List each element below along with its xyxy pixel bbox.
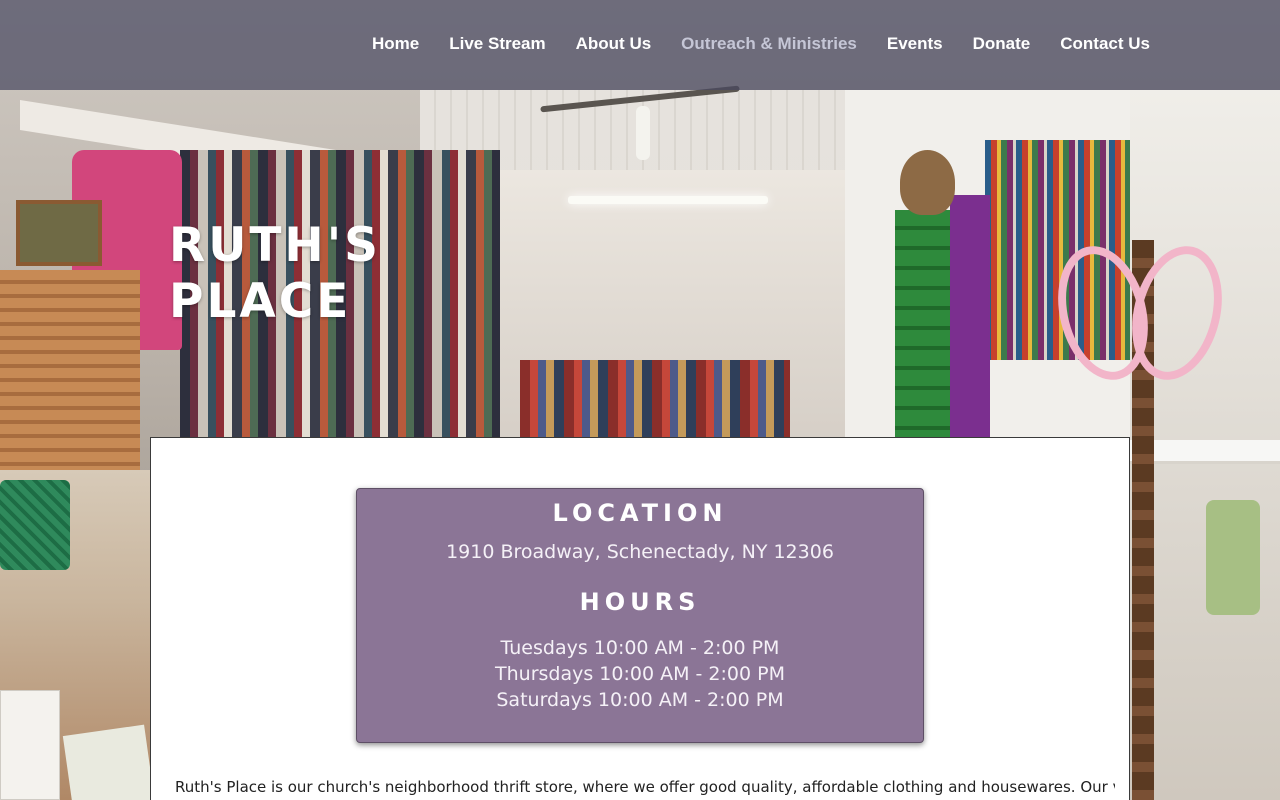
butterfly-decoration <box>1060 245 1220 385</box>
hours-saturday: Saturdays 10:00 AM - 2:00 PM <box>496 689 784 711</box>
hours-thursday: Thursdays 10:00 AM - 2:00 PM <box>495 663 785 685</box>
framed-painting <box>16 200 102 266</box>
clothing-rack-center <box>520 360 790 440</box>
green-vase <box>1206 500 1260 615</box>
page-title: Ruth's Place <box>169 218 429 330</box>
store-address: 1910 Broadway, Schenectady, NY 12306 <box>446 541 834 563</box>
nav-outreach-ministries[interactable]: Outreach & Ministries <box>666 30 872 58</box>
location-heading: Location <box>552 499 728 527</box>
greeting-card <box>0 690 60 800</box>
nav-events[interactable]: Events <box>872 30 958 58</box>
nav-home[interactable]: Home <box>357 30 434 58</box>
greeting-card-2 <box>62 724 156 800</box>
page-title-line-1: Ruth's <box>169 218 381 273</box>
hours-list: Tuesdays 10:00 AM - 2:00 PM Thursdays 10… <box>357 635 923 713</box>
intro-paragraph: Ruth's Place is our church's neighborhoo… <box>175 778 1115 796</box>
ceiling-fan <box>540 86 740 160</box>
purple-crate <box>950 195 990 440</box>
nav-contact-us[interactable]: Contact Us <box>1045 30 1165 58</box>
content-panel: Location 1910 Broadway, Schenectady, NY … <box>150 437 1130 800</box>
page-title-line-2: Place <box>169 274 352 329</box>
green-basket <box>0 480 70 570</box>
location-hours-box: Location 1910 Broadway, Schenectady, NY … <box>356 488 924 743</box>
nav-live-stream[interactable]: Live Stream <box>434 30 560 58</box>
site-header: Home Live Stream About Us Outreach & Min… <box>0 0 1280 90</box>
teddy-bear <box>900 150 955 215</box>
wooden-rack <box>0 270 140 470</box>
nav-donate[interactable]: Donate <box>958 30 1046 58</box>
main-nav: Home Live Stream About Us Outreach & Min… <box>357 30 1165 58</box>
nav-about-us[interactable]: About Us <box>561 30 667 58</box>
ceiling-light <box>568 196 768 204</box>
hours-heading: Hours <box>579 588 701 616</box>
hours-tuesday: Tuesdays 10:00 AM - 2:00 PM <box>500 637 780 659</box>
